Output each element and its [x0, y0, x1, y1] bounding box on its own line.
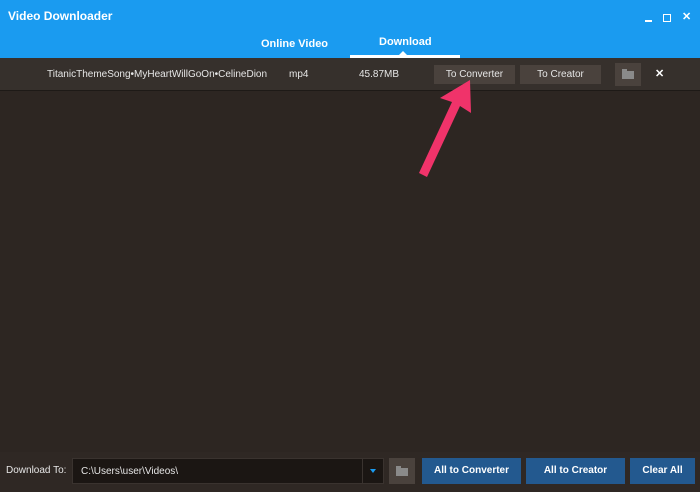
clear-all-button[interactable]: Clear All	[630, 458, 695, 484]
title-bar: Video Downloader ✕ Online Video Download	[0, 0, 700, 58]
remove-icon[interactable]: ✕	[655, 67, 664, 80]
tab-online-video[interactable]: Online Video	[261, 38, 328, 50]
footer-bar: Download To: C:\Users\user\Videos\ All t…	[0, 452, 700, 492]
download-row[interactable]: TitanicThemeSong•MyHeartWillGoOn•CelineD…	[0, 58, 700, 91]
to-converter-button[interactable]: To Converter	[434, 65, 515, 84]
tab-download[interactable]: Download	[379, 36, 432, 48]
download-path-field[interactable]: C:\Users\user\Videos\	[72, 458, 384, 484]
folder-icon	[622, 69, 634, 79]
open-folder-button[interactable]	[615, 63, 641, 86]
download-path-value: C:\Users\user\Videos\	[81, 466, 179, 477]
download-to-label: Download To:	[6, 465, 67, 476]
all-to-creator-button[interactable]: All to Creator	[526, 458, 625, 484]
folder-icon	[396, 466, 408, 476]
video-size: 45.87MB	[359, 69, 400, 80]
browse-folder-button[interactable]	[389, 458, 415, 484]
maximize-icon[interactable]	[663, 14, 671, 22]
to-creator-button[interactable]: To Creator	[520, 65, 601, 84]
app-title: Video Downloader	[8, 9, 113, 23]
dropdown-arrow-icon[interactable]	[362, 459, 383, 483]
active-tab-notch	[398, 51, 408, 56]
all-to-converter-button[interactable]: All to Converter	[422, 458, 521, 484]
minimize-icon[interactable]	[644, 12, 654, 22]
video-title: TitanicThemeSong•MyHeartWillGoOn•CelineD…	[47, 69, 268, 80]
close-icon[interactable]: ✕	[682, 12, 692, 23]
video-format: mp4	[289, 69, 309, 80]
